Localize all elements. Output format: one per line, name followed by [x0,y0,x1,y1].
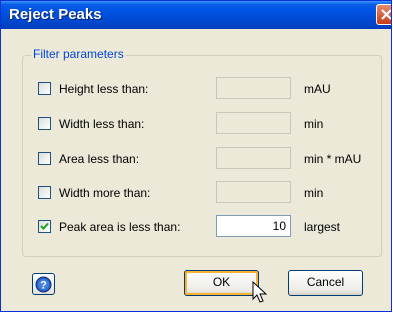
peak-area-input[interactable] [216,215,291,237]
width-more-than-label: Width more than: [59,186,151,200]
title-bar[interactable]: Reject Peaks [1,1,391,29]
width-more-than-input[interactable] [216,181,291,203]
height-less-than-input[interactable] [216,77,291,99]
ok-button[interactable]: OK [184,270,259,296]
mouse-pointer-icon [252,281,268,303]
width-more-than-checkbox[interactable] [38,186,51,199]
width-less-unit: min [304,117,324,131]
peak-area-label: Peak area is less than: [59,220,181,234]
area-less-than-input[interactable] [216,147,291,169]
cancel-button[interactable]: Cancel [288,270,363,296]
peak-area-unit: largest [304,220,341,234]
width-less-than-input[interactable] [216,112,291,134]
area-less-than-label: Area less than: [59,152,140,166]
area-unit: min * mAU [304,152,362,166]
window-title: Reject Peaks [9,6,102,23]
height-less-than-label: Height less than: [59,82,149,96]
help-button[interactable]: ? [32,273,55,295]
close-button[interactable] [376,4,391,25]
width-more-unit: min [304,186,324,200]
height-unit: mAU [304,82,331,96]
width-less-than-label: Width less than: [59,117,145,131]
svg-text:?: ? [40,280,47,292]
dialog-window: Reject Peaks Filter parameters Height le… [0,0,392,312]
height-less-than-checkbox[interactable] [38,82,51,95]
checkmark-icon [40,222,49,230]
area-less-than-checkbox[interactable] [38,152,51,165]
group-legend: Filter parameters [31,47,126,61]
help-icon: ? [35,276,52,293]
width-less-than-checkbox[interactable] [38,117,51,130]
peak-area-checkbox[interactable] [38,220,51,233]
close-icon [381,9,391,20]
